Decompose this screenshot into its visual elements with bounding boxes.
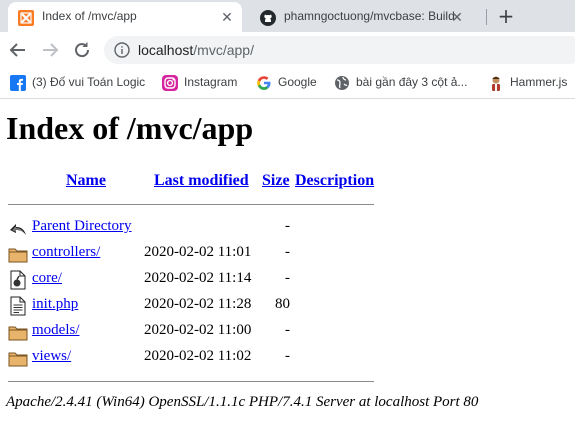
browser-chrome: Index of /mvc/app ✕ phamngoctuong/mvcbas…	[0, 0, 575, 100]
modified-date: 2020-02-02 11:01	[144, 244, 252, 260]
close-tab-icon[interactable]: ✕	[448, 8, 466, 26]
instagram-icon	[162, 75, 178, 91]
bookmark-label: bài gần đây 3 cột ả...	[356, 75, 468, 89]
listing-row-models: models/ 2020-02-02 11:00 -	[6, 320, 376, 344]
file-size: 80	[275, 296, 290, 312]
controllers-link[interactable]: controllers/	[32, 244, 100, 261]
url-path: /mvc/app/	[193, 42, 254, 58]
globe-icon	[334, 75, 350, 91]
forward-icon	[43, 43, 59, 57]
init-php-link[interactable]: init.php	[32, 296, 78, 313]
browser-toolbar: localhost/mvc/app/	[0, 32, 575, 68]
folder-icon	[8, 348, 28, 368]
google-icon	[256, 75, 272, 91]
parent-directory-link[interactable]: Parent Directory	[32, 218, 132, 235]
close-tab-icon[interactable]: ✕	[218, 8, 236, 26]
modified-date: 2020-02-02 11:28	[144, 296, 252, 312]
modified-date: 2020-02-02 11:02	[144, 348, 252, 364]
tab-separator	[486, 9, 487, 25]
listing-row-init-php: init.php 2020-02-02 11:28 80	[6, 294, 376, 318]
back-arrow-icon	[8, 218, 28, 238]
file-size: -	[285, 322, 290, 338]
tab-index-mvc-app[interactable]: Index of /mvc/app ✕	[8, 2, 242, 32]
bookmark-label: Instagram	[184, 75, 238, 89]
listing-row-views: views/ 2020-02-02 11:02 -	[6, 346, 376, 370]
tab-strip: Index of /mvc/app ✕ phamngoctuong/mvcbas…	[0, 0, 575, 32]
modified-date: 2020-02-02 11:14	[144, 270, 252, 286]
address-bar[interactable]: localhost/mvc/app/	[104, 36, 575, 64]
url-text[interactable]: localhost/mvc/app/	[138, 42, 254, 58]
github-icon	[260, 10, 276, 26]
folder-icon	[8, 322, 28, 342]
forward-button[interactable]	[38, 38, 62, 62]
views-link[interactable]: views/	[32, 348, 71, 365]
bookmark-label: Hammer.js	[510, 75, 568, 89]
footer-divider	[8, 381, 374, 382]
page-title: Index of /mvc/app	[6, 110, 254, 146]
column-description-link[interactable]: Description	[295, 172, 374, 190]
back-icon	[9, 43, 25, 57]
server-signature: Apache/2.4.41 (Win64) OpenSSL/1.1.1c PHP…	[6, 394, 479, 410]
bookmark-label: (3) Đố vui Toán Logic	[32, 75, 146, 89]
file-size: -	[285, 218, 290, 234]
tab-title: phamngoctuong/mvcbase: Build	[284, 9, 454, 23]
column-size-link[interactable]: Size	[262, 172, 290, 190]
file-size: -	[285, 348, 290, 364]
tab-title: Index of /mvc/app	[42, 9, 137, 23]
unknown-file-icon	[8, 270, 28, 290]
tab-github-mvcbase[interactable]: phamngoctuong/mvcbase: Build ✕	[250, 2, 482, 32]
reload-button[interactable]	[70, 38, 94, 62]
new-tab-button[interactable]: +	[494, 5, 518, 29]
listing-row-parent: Parent Directory -	[6, 216, 376, 240]
text-file-icon	[8, 296, 28, 316]
facebook-icon	[10, 75, 26, 91]
core-link[interactable]: core/	[32, 270, 62, 287]
bookmark-label: Google	[278, 75, 317, 89]
file-size: -	[285, 270, 290, 286]
reload-icon	[75, 42, 90, 58]
page-content: Index of /mvc/app Name Last modified Siz…	[0, 100, 575, 426]
folder-icon	[8, 244, 28, 264]
url-host: localhost	[138, 42, 194, 58]
file-size: -	[285, 244, 290, 260]
modified-date: 2020-02-02 11:00	[144, 322, 252, 338]
column-last-modified-link[interactable]: Last modified	[154, 172, 249, 190]
bookmarks-bar: (3) Đố vui Toán Logic Instagram Google b…	[0, 68, 575, 99]
models-link[interactable]: models/	[32, 322, 80, 339]
hammer-icon	[488, 75, 504, 91]
listing-row-core: core/ 2020-02-02 11:14 -	[6, 268, 376, 292]
listing-row-controllers: controllers/ 2020-02-02 11:01 -	[6, 242, 376, 266]
back-button[interactable]	[6, 38, 30, 62]
header-divider	[8, 204, 374, 205]
info-icon[interactable]	[114, 42, 130, 58]
column-name-link[interactable]: Name	[66, 172, 106, 190]
xampp-icon	[18, 10, 34, 26]
